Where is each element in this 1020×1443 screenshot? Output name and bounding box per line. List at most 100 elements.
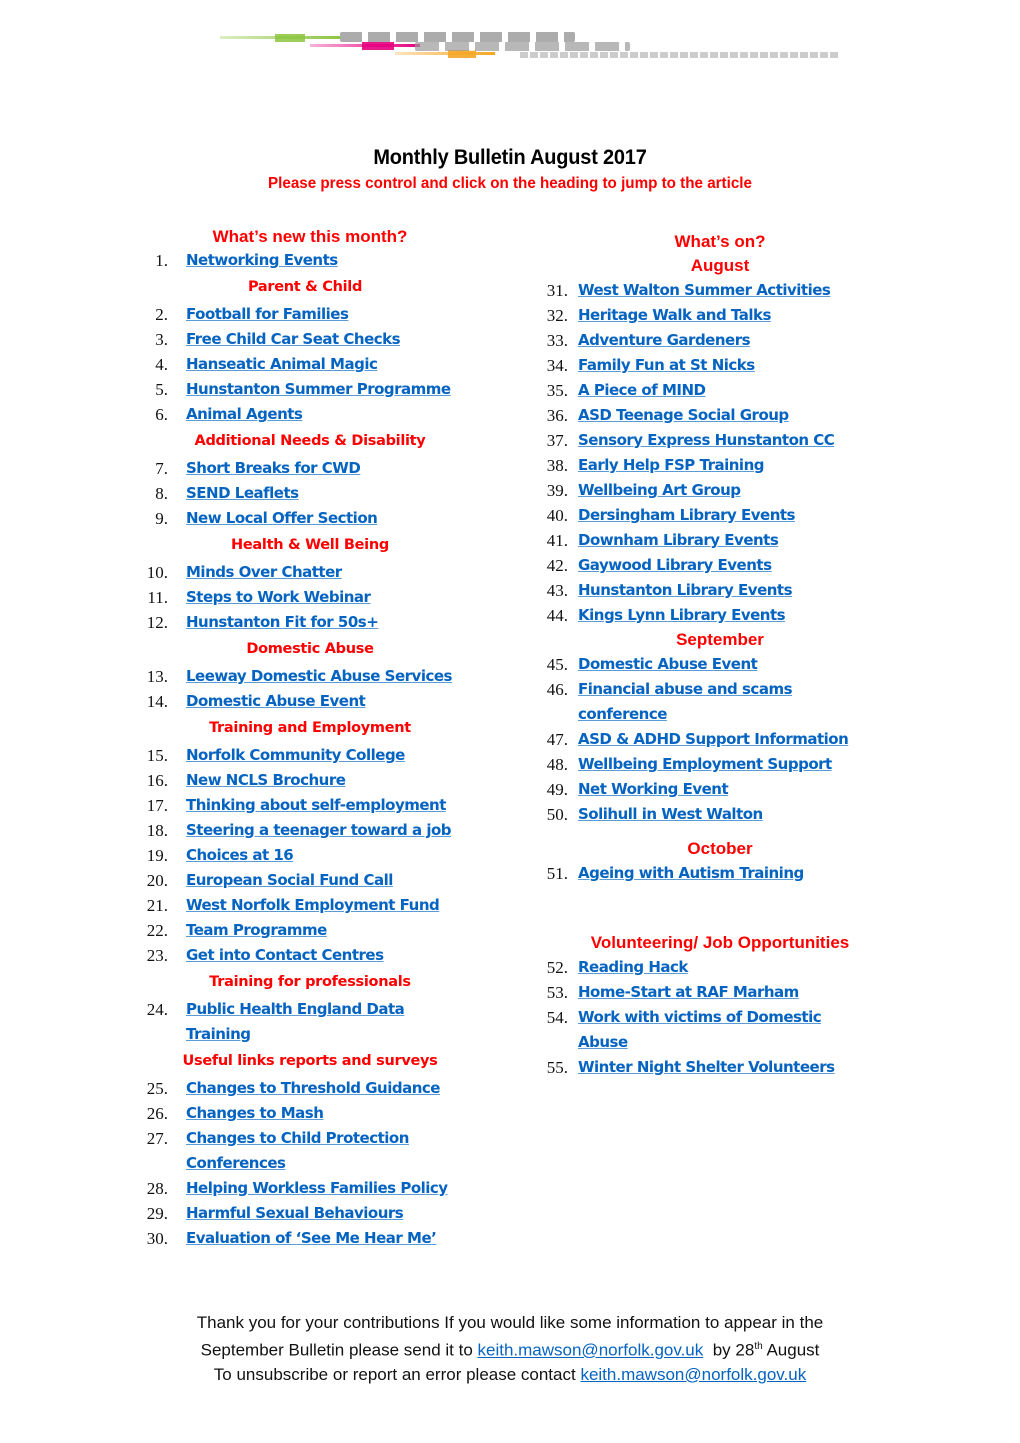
item-number: 43. bbox=[546, 581, 568, 600]
logo-wordmark-top bbox=[340, 32, 575, 42]
article-link[interactable]: Hanseatic Animal Magic bbox=[186, 352, 378, 377]
item-number: 38. bbox=[546, 456, 568, 475]
footer-text: August bbox=[762, 1340, 820, 1360]
email-link[interactable]: keith.mawson@norfolk.gov.uk bbox=[478, 1341, 704, 1360]
article-link[interactable]: Hunstanton Library Events bbox=[578, 578, 793, 603]
article-link[interactable]: West Walton Summer Activities bbox=[578, 278, 831, 303]
article-link[interactable]: Work with victims of Domestic Abuse bbox=[578, 1005, 822, 1055]
article-link[interactable]: West Norfolk Employment Fund bbox=[186, 893, 440, 918]
list-item: 43. Hunstanton Library Events bbox=[530, 578, 910, 603]
item-number: 5. bbox=[155, 380, 168, 399]
item-number: 50. bbox=[546, 805, 568, 824]
article-link[interactable]: Heritage Walk and Talks bbox=[578, 303, 771, 328]
article-link[interactable]: Dersingham Library Events bbox=[578, 503, 796, 528]
article-link-text: Gaywood Library Events bbox=[578, 556, 772, 574]
article-link[interactable]: Evaluation of ‘See Me Hear Me’ bbox=[186, 1226, 437, 1251]
article-link[interactable]: Changes to Mash bbox=[186, 1101, 324, 1126]
footer-text: To unsubscribe or report an error please… bbox=[213, 1364, 581, 1384]
article-link[interactable]: Net Working Event bbox=[578, 777, 729, 802]
article-link[interactable]: Gaywood Library Events bbox=[578, 553, 772, 578]
list-item: 36. ASD Teenage Social Group bbox=[530, 403, 910, 428]
article-link[interactable]: Short Breaks for CWD bbox=[186, 456, 361, 481]
article-link[interactable]: SEND Leaflets bbox=[186, 481, 299, 506]
article-link[interactable]: Steps to Work Webinar bbox=[186, 585, 371, 610]
article-link[interactable]: Kings Lynn Library Events bbox=[578, 603, 786, 628]
article-link[interactable]: Wellbeing Employment Support bbox=[578, 752, 832, 777]
article-link[interactable]: Domestic Abuse Event bbox=[186, 689, 366, 714]
item-number: 17. bbox=[146, 796, 168, 815]
list-item: 34. Family Fun at St Nicks bbox=[530, 353, 910, 378]
item-number: 26. bbox=[146, 1104, 168, 1123]
article-link[interactable]: Adventure Gardeners bbox=[578, 328, 751, 353]
article-link[interactable]: Harmful Sexual Behaviours bbox=[186, 1201, 404, 1226]
help-hub-logo bbox=[220, 30, 860, 66]
logo-tagline bbox=[520, 52, 840, 58]
article-link[interactable]: Steering a teenager toward a job bbox=[186, 818, 452, 843]
article-link[interactable]: Team Programme bbox=[186, 918, 327, 943]
article-link[interactable]: Minds Over Chatter bbox=[186, 560, 342, 585]
article-link[interactable]: Helping Workless Families Policy bbox=[186, 1176, 448, 1201]
article-link-text-continued: Abuse bbox=[578, 1033, 628, 1051]
footer-line-1: Thank you for your contributions If you … bbox=[196, 1313, 824, 1332]
unsubscribe-email-link[interactable]: keith.mawson@norfolk.gov.uk bbox=[580, 1365, 806, 1384]
article-link[interactable]: Norfolk Community College bbox=[186, 743, 405, 768]
list-item: 6. Animal Agents bbox=[130, 402, 490, 427]
article-link-text: Home-Start at RAF Marham bbox=[578, 983, 799, 1001]
article-link[interactable]: Thinking about self-employment bbox=[186, 793, 446, 818]
item-number: 36. bbox=[546, 406, 568, 425]
list-item: 39. Wellbeing Art Group bbox=[530, 478, 910, 503]
article-link-text: Football for Families bbox=[186, 305, 349, 323]
article-link[interactable]: Football for Families bbox=[186, 302, 349, 327]
article-link[interactable]: Reading Hack bbox=[578, 955, 688, 980]
article-link[interactable]: European Social Fund Call bbox=[186, 868, 393, 893]
article-link[interactable]: Hunstanton Fit for 50s+ bbox=[186, 610, 379, 635]
article-link[interactable]: Home-Start at RAF Marham bbox=[578, 980, 799, 1005]
article-link-text: Choices at 16 bbox=[186, 846, 294, 864]
logo-green-block bbox=[275, 34, 305, 42]
article-link[interactable]: Wellbeing Art Group bbox=[578, 478, 741, 503]
article-link[interactable]: Public Health England Data Training bbox=[186, 997, 405, 1047]
article-link-text: Evaluation of ‘See Me Hear Me’ bbox=[186, 1229, 437, 1247]
article-link[interactable]: New Local Offer Section bbox=[186, 506, 378, 531]
article-link[interactable]: Financial abuse and scams conference bbox=[578, 677, 793, 727]
article-link[interactable]: Free Child Car Seat Checks bbox=[186, 327, 401, 352]
article-link[interactable]: New NCLS Brochure bbox=[186, 768, 346, 793]
article-link[interactable]: A Piece of MIND bbox=[578, 378, 706, 403]
article-link[interactable]: Changes to Child Protection Conferences bbox=[186, 1126, 409, 1176]
list-item: 33. Adventure Gardeners bbox=[530, 328, 910, 353]
article-link[interactable]: Early Help FSP Training bbox=[578, 453, 764, 478]
article-link[interactable]: Get into Contact Centres bbox=[186, 943, 384, 968]
list-item: 12. Hunstanton Fit for 50s+ bbox=[130, 610, 490, 635]
section-heading: Training for professionals bbox=[209, 974, 411, 990]
list-item: 38. Early Help FSP Training bbox=[530, 453, 910, 478]
section-heading: Health & Well Being bbox=[231, 537, 389, 553]
article-link[interactable]: Choices at 16 bbox=[186, 843, 294, 868]
list-item: 23. Get into Contact Centres bbox=[130, 943, 490, 968]
item-number: 10. bbox=[146, 563, 168, 582]
list-item: 37. Sensory Express Hunstanton CC bbox=[530, 428, 910, 453]
item-number: 2. bbox=[155, 305, 168, 324]
article-link-text: Solihull in West Walton bbox=[578, 805, 763, 823]
article-link[interactable]: Solihull in West Walton bbox=[578, 802, 763, 827]
list-item: 18. Steering a teenager toward a job bbox=[130, 818, 490, 843]
list-item: 48. Wellbeing Employment Support bbox=[530, 752, 910, 777]
article-link[interactable]: ASD Teenage Social Group bbox=[578, 403, 789, 428]
article-link[interactable]: Ageing with Autism Training bbox=[578, 861, 804, 886]
article-link[interactable]: Domestic Abuse Event bbox=[578, 652, 758, 677]
article-link[interactable]: Changes to Threshold Guidance bbox=[186, 1076, 440, 1101]
article-link[interactable]: Family Fun at St Nicks bbox=[578, 353, 755, 378]
article-link-text: Dersingham Library Events bbox=[578, 506, 796, 524]
item-number: 41. bbox=[546, 531, 568, 550]
article-link[interactable]: Leeway Domestic Abuse Services bbox=[186, 664, 452, 689]
article-link[interactable]: Winter Night Shelter Volunteers bbox=[578, 1055, 835, 1080]
list-item: 47. ASD & ADHD Support Information bbox=[530, 727, 910, 752]
list-item: 44. Kings Lynn Library Events bbox=[530, 603, 910, 628]
article-link[interactable]: Sensory Express Hunstanton CC bbox=[578, 428, 835, 453]
article-link[interactable]: Hunstanton Summer Programme bbox=[186, 377, 451, 402]
section-heading: September bbox=[676, 630, 764, 649]
article-link[interactable]: ASD & ADHD Support Information bbox=[578, 727, 849, 752]
list-item: 30. Evaluation of ‘See Me Hear Me’ bbox=[130, 1226, 490, 1251]
article-link[interactable]: Networking Events bbox=[186, 248, 338, 273]
article-link[interactable]: Downham Library Events bbox=[578, 528, 779, 553]
article-link[interactable]: Animal Agents bbox=[186, 402, 303, 427]
